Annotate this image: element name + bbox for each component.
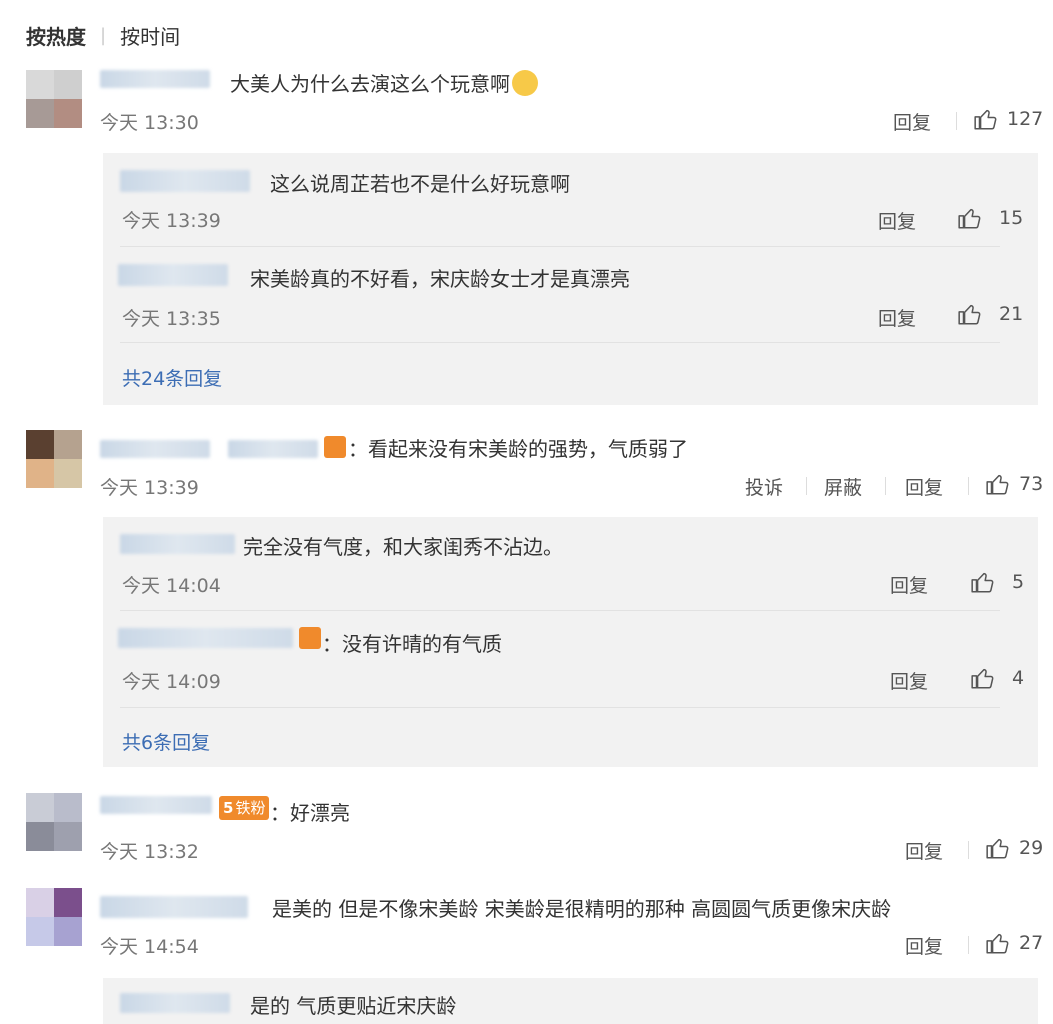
- like-button[interactable]: 27: [985, 930, 1043, 956]
- thumbs-up-icon: [986, 933, 1009, 954]
- thumbs-up-icon: [971, 668, 994, 689]
- view-all-replies-link[interactable]: 共6条回复: [122, 728, 210, 755]
- like-count: 27: [1019, 932, 1044, 954]
- username-blurred[interactable]: [100, 896, 248, 918]
- sort-by-time[interactable]: 按时间: [120, 21, 180, 50]
- comment-text: 大美人为什么去演这么个玩意啊: [230, 68, 538, 97]
- divider: [956, 112, 957, 130]
- reply-text: 完全没有气度，和大家闺秀不沾边。: [243, 535, 563, 559]
- reply-text: 宋美龄真的不好看，宋庆龄女士才是真漂亮: [250, 267, 630, 291]
- comment-text: 是美的 但是不像宋美龄 宋美龄是很精明的那种 高圆圆气质更像宋庆龄: [272, 897, 892, 921]
- like-count: 21: [999, 303, 1024, 325]
- avatar[interactable]: [26, 888, 82, 946]
- comment-text: ：看起来没有宋美龄的强势，气质弱了: [348, 437, 688, 461]
- like-count: 5: [1012, 571, 1025, 593]
- thumbs-up-icon: [958, 304, 981, 325]
- thumbs-up-icon: [971, 572, 994, 593]
- laughing-cry-emoji-icon: [512, 70, 538, 96]
- username-blurred[interactable]: [120, 170, 250, 192]
- like-button[interactable]: 73: [985, 471, 1043, 497]
- fan-badge: 5 铁粉: [219, 796, 270, 820]
- comment-text: ：好漂亮: [270, 801, 350, 825]
- like-count: 29: [1019, 837, 1044, 859]
- divider: [885, 477, 886, 495]
- avatar[interactable]: [26, 793, 82, 851]
- username-blurred[interactable]: [118, 264, 228, 286]
- username-blurred[interactable]: [120, 993, 230, 1013]
- divider: [968, 841, 969, 859]
- view-all-replies-link[interactable]: 共24条回复: [122, 364, 222, 391]
- divider: [968, 477, 969, 495]
- comment-time: 今天 13:32: [100, 841, 199, 863]
- reply-button[interactable]: 回复: [905, 837, 943, 864]
- reply-button[interactable]: 回复: [905, 932, 943, 959]
- thumbs-up-icon: [974, 109, 997, 130]
- divider: [120, 342, 1000, 343]
- username-blurred[interactable]: [228, 440, 318, 458]
- username-blurred[interactable]: [120, 534, 235, 554]
- sort-by-hot[interactable]: 按热度: [26, 21, 86, 50]
- reply-time: 今天 14:09: [122, 671, 221, 693]
- comment-time: 今天 14:54: [100, 936, 199, 958]
- like-button[interactable]: 29: [985, 835, 1043, 861]
- reply-button[interactable]: 回复: [878, 304, 916, 331]
- thumbs-up-icon: [986, 838, 1009, 859]
- reply-button[interactable]: 回复: [890, 571, 928, 598]
- thumbs-up-icon: [958, 208, 981, 229]
- like-count: 4: [1012, 667, 1025, 689]
- username-blurred[interactable]: [100, 70, 210, 88]
- block-button[interactable]: 屏蔽: [824, 473, 862, 500]
- divider: [120, 707, 1000, 708]
- reply-thread: [103, 978, 1038, 1024]
- fan-badge-icon: [324, 436, 346, 458]
- divider: [120, 610, 1000, 611]
- username-blurred[interactable]: [118, 628, 293, 648]
- divider: [806, 477, 807, 495]
- sort-bar: 按热度 | 按时间: [26, 20, 180, 50]
- like-count: 15: [999, 207, 1024, 229]
- comment-time: 今天 13:30: [100, 112, 199, 134]
- avatar[interactable]: [26, 430, 82, 488]
- reply-text: 是的 气质更贴近宋庆龄: [250, 994, 457, 1018]
- like-count: 73: [1019, 473, 1044, 495]
- like-count: 127: [1007, 108, 1044, 130]
- like-button[interactable]: 5: [970, 569, 1024, 595]
- reply-button[interactable]: 回复: [893, 108, 931, 135]
- thumbs-up-icon: [986, 474, 1009, 495]
- reply-button[interactable]: 回复: [905, 473, 943, 500]
- reply-time: 今天 14:04: [122, 575, 221, 597]
- like-button[interactable]: 4: [970, 665, 1024, 691]
- reply-text: ：没有许晴的有气质: [322, 632, 502, 656]
- like-button[interactable]: 21: [957, 301, 1023, 327]
- fan-level: 5: [223, 799, 234, 817]
- divider: [968, 936, 969, 954]
- username-blurred[interactable]: [100, 796, 212, 814]
- username-blurred[interactable]: [100, 440, 210, 458]
- sort-divider: |: [100, 24, 107, 46]
- divider: [120, 246, 1000, 247]
- like-button[interactable]: 127: [973, 106, 1043, 132]
- reply-time: 今天 13:39: [122, 210, 221, 232]
- fan-badge-label: 铁粉: [235, 799, 266, 817]
- reply-text: 这么说周芷若也不是什么好玩意啊: [270, 172, 570, 196]
- reply-button[interactable]: 回复: [878, 207, 916, 234]
- avatar[interactable]: [26, 70, 82, 128]
- comment-time: 今天 13:39: [100, 477, 199, 499]
- reply-button[interactable]: 回复: [890, 667, 928, 694]
- report-button[interactable]: 投诉: [745, 473, 783, 500]
- reply-time: 今天 13:35: [122, 308, 221, 330]
- fan-badge-icon: [299, 627, 321, 649]
- like-button[interactable]: 15: [957, 205, 1023, 231]
